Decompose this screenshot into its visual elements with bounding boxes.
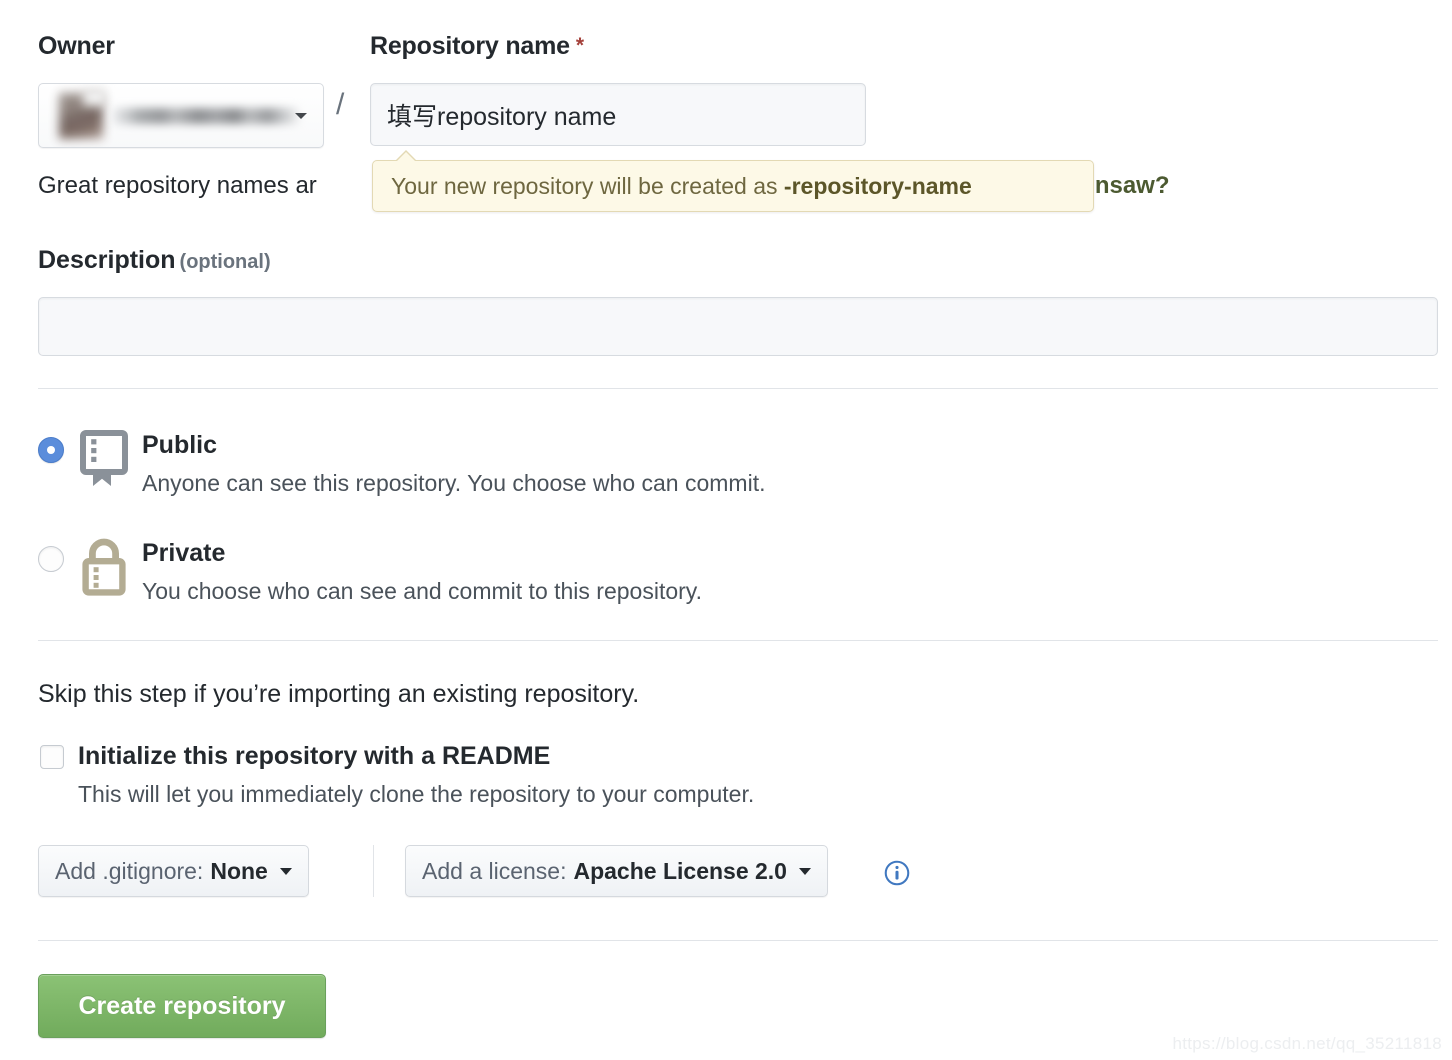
visibility-description-private: You choose who can see and commit to thi… — [142, 578, 702, 604]
gitignore-prefix-label: Add .gitignore: — [55, 857, 204, 884]
owner-avatar-highlight — [83, 88, 107, 106]
repository-name-tooltip: Your new repository will be created as -… — [372, 150, 1094, 212]
owner-label: Owner — [38, 32, 115, 60]
lock-icon — [82, 538, 126, 596]
watermark: https://blog.csdn.net/qq_35211818 — [1172, 1034, 1442, 1053]
chevron-down-icon — [295, 113, 307, 119]
initialize-readme-checkbox[interactable] — [40, 745, 64, 769]
new-repository-form: Owner / Repository name* Great repositor… — [0, 0, 1452, 1060]
visibility-radio-private[interactable] — [38, 546, 64, 572]
tooltip-text-strong: -repository-name — [783, 172, 972, 199]
visibility-title-private: Private — [142, 539, 226, 567]
description-label-text: Description — [38, 246, 176, 274]
divider-submit — [38, 940, 1438, 941]
description-input[interactable] — [38, 297, 1438, 356]
info-circle-icon[interactable] — [884, 860, 910, 886]
visibility-title-public: Public — [142, 431, 218, 459]
owner-select-button[interactable] — [38, 83, 324, 148]
gitignore-value: None — [210, 857, 268, 884]
divider-visibility — [38, 640, 1438, 641]
owner-repo-separator: / — [336, 88, 345, 121]
repository-name-label: Repository name * — [370, 32, 584, 61]
license-prefix-label: Add a license: — [422, 857, 567, 884]
repository-name-hint-prefix: Great repository names ar — [38, 172, 317, 199]
repo-book-icon — [80, 430, 128, 486]
initialize-readme-description: This will let you immediately clone the … — [78, 781, 755, 807]
owner-username-redacted — [113, 108, 298, 124]
tooltip-arrow-inner — [396, 152, 416, 162]
chevron-down-icon — [279, 867, 292, 875]
tooltip-text: Your new repository will be created as -… — [391, 173, 972, 200]
gitignore-dropdown-button[interactable]: Add .gitignore: None — [38, 845, 309, 897]
divider-description — [38, 388, 1438, 389]
description-optional-note: (optional) — [179, 251, 271, 273]
initialize-readme-label[interactable]: Initialize this repository with a README — [78, 742, 550, 771]
visibility-radio-public[interactable] — [38, 437, 64, 463]
license-dropdown-button[interactable]: Add a license: Apache License 2.0 — [405, 845, 828, 897]
required-asterisk: * — [575, 34, 584, 57]
license-value: Apache License 2.0 — [573, 857, 787, 884]
repository-name-input[interactable] — [370, 83, 866, 146]
dropdown-separator — [373, 845, 374, 897]
create-repository-button[interactable]: Create repository — [38, 974, 326, 1038]
chevron-down-icon — [798, 867, 811, 875]
visibility-description-public: Anyone can see this repository. You choo… — [142, 470, 766, 496]
repository-name-label-text: Repository name — [370, 32, 570, 60]
skip-step-text: Skip this step if you’re importing an ex… — [38, 680, 640, 708]
description-label: Description (optional) — [38, 246, 271, 275]
tooltip-text-prefix: Your new repository will be created as — [391, 172, 784, 199]
